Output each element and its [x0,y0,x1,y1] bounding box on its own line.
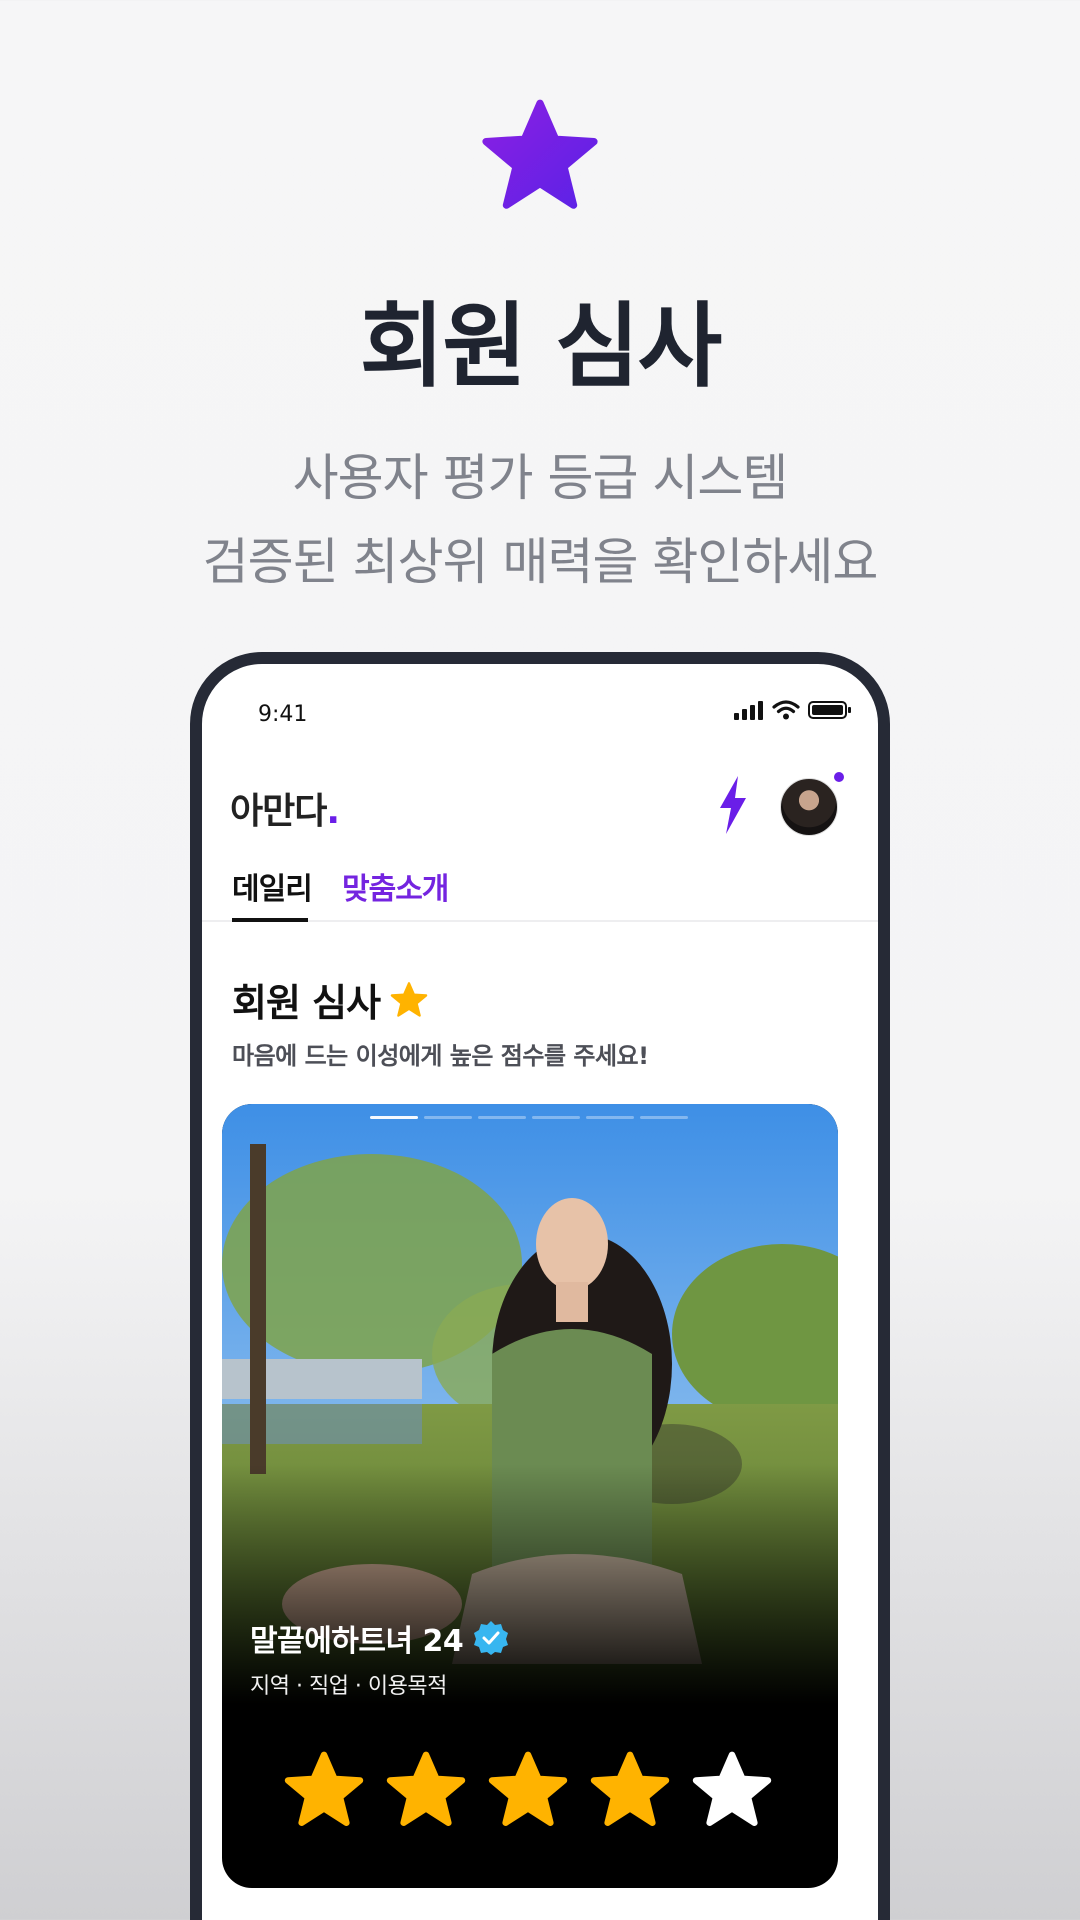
lightning-icon[interactable] [716,776,750,834]
hero-subtitle-line2: 검증된 최상위 매력을 확인하세요 [202,533,879,591]
tab-active-indicator [232,918,308,922]
app-logo-text: 아만다 [230,791,327,832]
progress-segment [640,1116,688,1119]
profile-meta: 지역 · 직업 · 이용목적 [250,1674,447,1699]
tab-daily[interactable]: 데일리 [232,864,313,908]
section-title: 회원 심사 [232,972,428,1027]
profile-name: 말끝에하트녀 24 [250,1616,509,1660]
wifi-icon [772,700,800,720]
section-title-text: 회원 심사 [232,981,381,1025]
section-subtitle: 마음에 드는 이성에게 높은 점수를 주세요! [232,1042,649,1070]
app-logo[interactable]: 아만다. [230,782,340,834]
profile-name-text: 말끝에하트녀 24 [250,1624,464,1659]
progress-segment [586,1116,634,1119]
app-logo-dot: . [326,791,340,832]
signal-icon [734,701,763,720]
status-icons [734,700,852,720]
progress-segment [424,1116,472,1119]
progress-segment [370,1116,418,1119]
rating-star-1[interactable] [284,1750,364,1830]
rating-star-2[interactable] [386,1750,466,1830]
phone-frame: 9:41 아만다. 데일리 맞춤소개 회원 심사 마음에 드는 이성에게 높은 … [190,652,890,1920]
tab-matching[interactable]: 맞춤소개 [342,864,449,908]
tab-bar: 데일리 맞춤소개 [202,864,878,922]
hero-subtitle-line1: 사용자 평가 등급 시스템 [292,449,789,507]
user-avatar[interactable] [780,778,838,836]
rating-star-4[interactable] [590,1750,670,1830]
star-icon [390,981,428,1017]
notification-dot [834,772,844,782]
hero-title: 회원 심사 [359,293,723,400]
status-time: 9:41 [258,702,308,727]
verified-badge-icon [474,1621,509,1655]
battery-icon [808,701,851,719]
hero-star-icon [482,99,598,209]
progress-segment [478,1116,526,1119]
progress-segment [532,1116,580,1119]
rating-star-3[interactable] [488,1750,568,1830]
profile-photo [222,1104,838,1704]
photo-progress [370,1116,688,1119]
rating-star-5[interactable] [692,1750,772,1830]
rating-stars [284,1750,772,1830]
profile-card[interactable]: 말끝에하트녀 24 지역 · 직업 · 이용목적 [222,1104,838,1888]
